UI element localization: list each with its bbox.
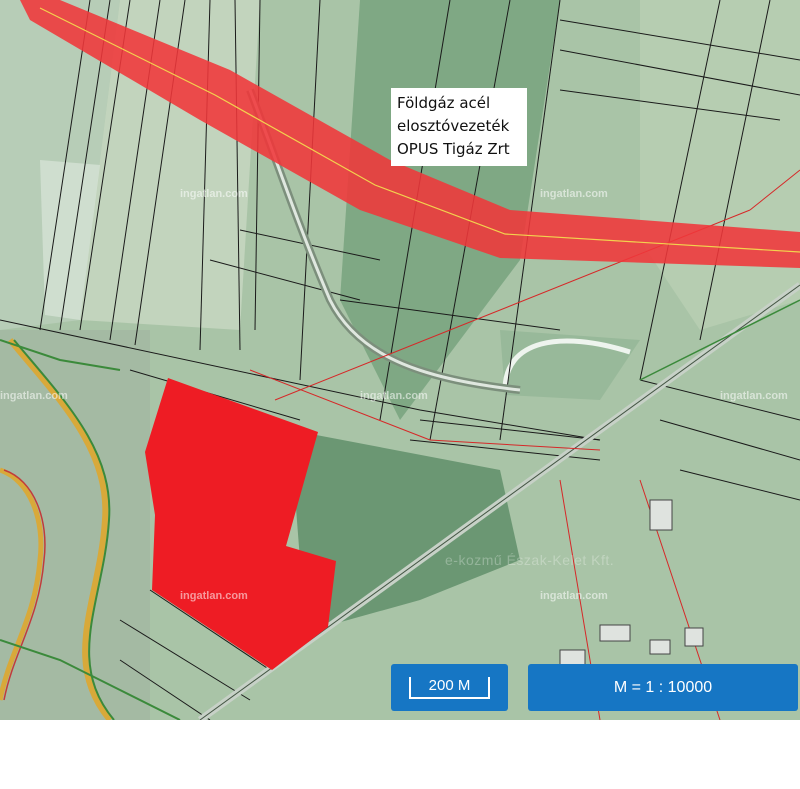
owner-label: e-kozmű Észak-Kelet Kft. [445,552,615,568]
pipeline-label-line-2: elosztóvezeték [397,117,510,135]
map-view[interactable]: Földgáz acél elosztóvezeték OPUS Tigáz Z… [0,0,800,720]
scale-bar-label: 200 M [408,676,491,699]
watermark: ingatlan.com [0,390,68,402]
watermark: ingatlan.com [540,188,608,200]
watermark: ingatlan.com [540,590,608,602]
watermark: ingatlan.com [720,390,788,402]
map-scale-ratio-label: M = 1 : 10000 [613,678,713,696]
watermark: ingatlan.com [180,590,248,602]
pipeline-label-line-3: OPUS Tigáz Zrt [397,140,510,158]
pipeline-label-line-1: Földgáz acél [397,94,491,112]
scale-bar-button[interactable]: 200 M [391,664,508,711]
watermark: ingatlan.com [180,188,248,200]
pipeline-label: Földgáz acél elosztóvezeték OPUS Tigáz Z… [391,88,527,166]
watermark: ingatlan.com [360,390,428,402]
map-scale-ratio-button[interactable]: M = 1 : 10000 [528,664,798,711]
